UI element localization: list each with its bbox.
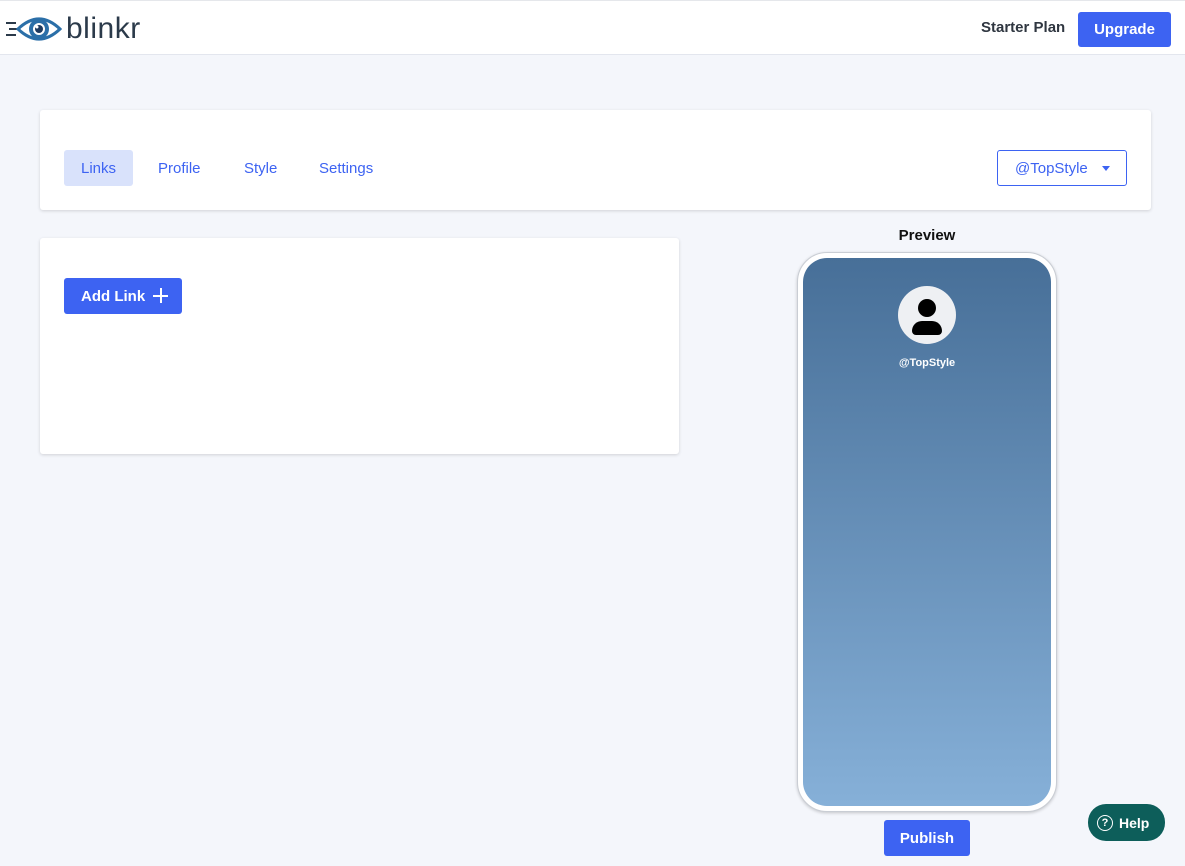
account-select-dropdown[interactable]: @TopStyle bbox=[997, 150, 1127, 186]
phone-preview-screen: @TopStyle bbox=[803, 258, 1051, 806]
phone-preview-frame: @TopStyle bbox=[797, 252, 1057, 812]
eye-logo-icon bbox=[6, 17, 62, 41]
tab-links[interactable]: Links bbox=[64, 150, 134, 186]
help-label: Help bbox=[1119, 814, 1150, 831]
account-select-value: @TopStyle bbox=[1015, 159, 1088, 177]
user-silhouette-icon bbox=[918, 299, 936, 317]
user-silhouette-body bbox=[912, 321, 942, 335]
brand-name: blinkr bbox=[66, 12, 141, 45]
editor-tabs-card: Links Profile Style Settings @TopStyle bbox=[40, 110, 1151, 210]
add-link-button[interactable]: Add Link bbox=[64, 278, 182, 314]
plan-label: Starter Plan bbox=[981, 19, 1066, 36]
help-button[interactable]: ? Help bbox=[1088, 804, 1165, 841]
caret-down-icon bbox=[1102, 166, 1110, 171]
links-panel: Add Link bbox=[40, 238, 679, 454]
tab-style[interactable]: Style bbox=[227, 150, 294, 186]
tab-settings[interactable]: Settings bbox=[302, 150, 390, 186]
avatar bbox=[898, 286, 956, 344]
blinkr-logo[interactable]: blinkr bbox=[6, 10, 141, 48]
preview-handle: @TopStyle bbox=[898, 357, 956, 369]
publish-button[interactable]: Publish bbox=[884, 820, 970, 856]
plus-icon bbox=[153, 288, 168, 303]
question-mark-icon: ? bbox=[1097, 814, 1113, 831]
top-navigation-bar: blinkr Starter Plan Upgrade bbox=[0, 0, 1185, 55]
tab-profile[interactable]: Profile bbox=[141, 150, 218, 186]
upgrade-button[interactable]: Upgrade bbox=[1078, 12, 1171, 47]
add-link-label: Add Link bbox=[81, 287, 146, 305]
preview-title: Preview bbox=[898, 227, 956, 244]
